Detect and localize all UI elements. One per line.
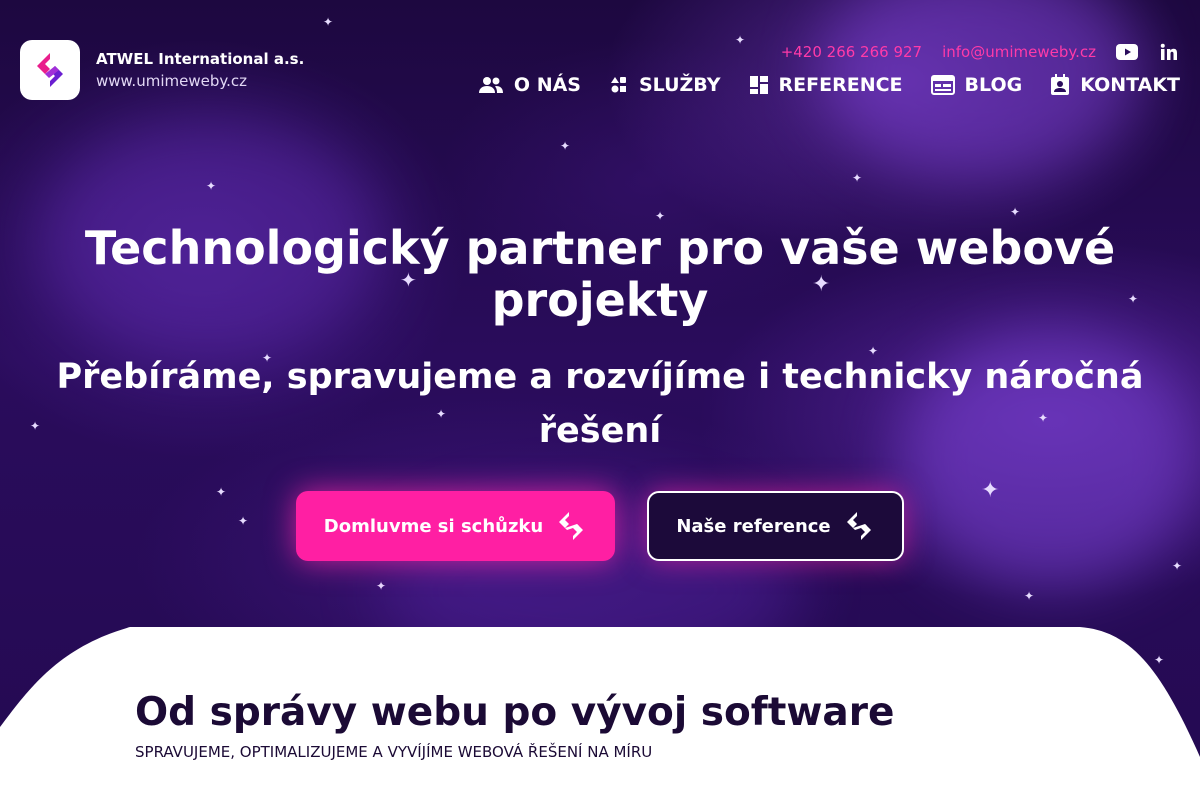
star: ✦ <box>376 579 387 593</box>
umimeweby-logo-icon <box>37 53 63 87</box>
section-title: Od správy webu po vývoj software <box>135 690 895 735</box>
dashboard-icon <box>749 76 768 94</box>
star: ✦ <box>206 179 217 193</box>
nav-item-reference[interactable]: REFERENCE <box>749 74 903 96</box>
hero-subheadline: Přebíráme, spravujeme a rozvíjíme i tech… <box>56 357 1144 451</box>
star: ✦ <box>238 514 249 528</box>
nav-item-blog[interactable]: BLOG <box>930 74 1023 96</box>
people-icon <box>478 77 503 93</box>
nav-item-contact[interactable]: KONTAKT <box>1050 74 1180 96</box>
company-website[interactable]: www.umimeweby.cz <box>96 72 247 90</box>
star: ✦ <box>560 139 571 153</box>
services-icon <box>610 77 626 93</box>
nav-item-label: SLUŽBY <box>638 74 721 96</box>
nav-item-label: KONTAKT <box>1080 74 1180 96</box>
star: ✦ <box>216 485 227 499</box>
references-button[interactable]: Naše reference <box>647 491 904 561</box>
button-label: Domluvme si schůzku <box>323 515 544 537</box>
calendar-icon <box>930 75 955 95</box>
star: ✦ <box>735 33 746 47</box>
button-label: Naše reference <box>676 515 831 537</box>
main-nav: O NÁS SLUŽBY REFERENCE BLOG KONTAKT <box>478 74 1180 96</box>
star: ✦ <box>852 171 863 185</box>
brand-arrow-icon <box>559 512 584 540</box>
section-subtitle: SPRAVUJEME, OPTIMALIZUJEME A VYVÍJÍME WE… <box>135 743 653 761</box>
brand-arrow-icon <box>846 512 871 540</box>
nav-item-about[interactable]: O NÁS <box>478 74 581 96</box>
phone-link[interactable]: +420 266 266 927 <box>781 43 922 61</box>
company-name: ATWEL International a.s. <box>96 50 305 68</box>
linkedin-icon[interactable] <box>1158 42 1180 62</box>
star: ✦ <box>323 15 334 29</box>
youtube-icon[interactable] <box>1116 42 1138 62</box>
nav-item-label: REFERENCE <box>778 74 903 96</box>
star: ✦ <box>1010 205 1021 219</box>
star: ✦ <box>981 478 1000 503</box>
nav-item-label: O NÁS <box>513 74 581 96</box>
star: ✦ <box>1024 589 1035 603</box>
book-meeting-button[interactable]: Domluvme si schůzku <box>296 491 615 561</box>
contact-icon <box>1051 74 1070 95</box>
hero-headline: Technologický partner pro vaše webové pr… <box>84 221 1116 327</box>
topbar: +420 266 266 927 info@umimeweby.cz <box>781 42 1180 62</box>
email-link[interactable]: info@umimeweby.cz <box>942 43 1096 61</box>
nav-item-label: BLOG <box>964 74 1023 96</box>
brand-logo[interactable] <box>20 40 80 100</box>
nav-item-services[interactable]: SLUŽBY <box>609 74 721 96</box>
star: ✦ <box>1172 559 1183 573</box>
